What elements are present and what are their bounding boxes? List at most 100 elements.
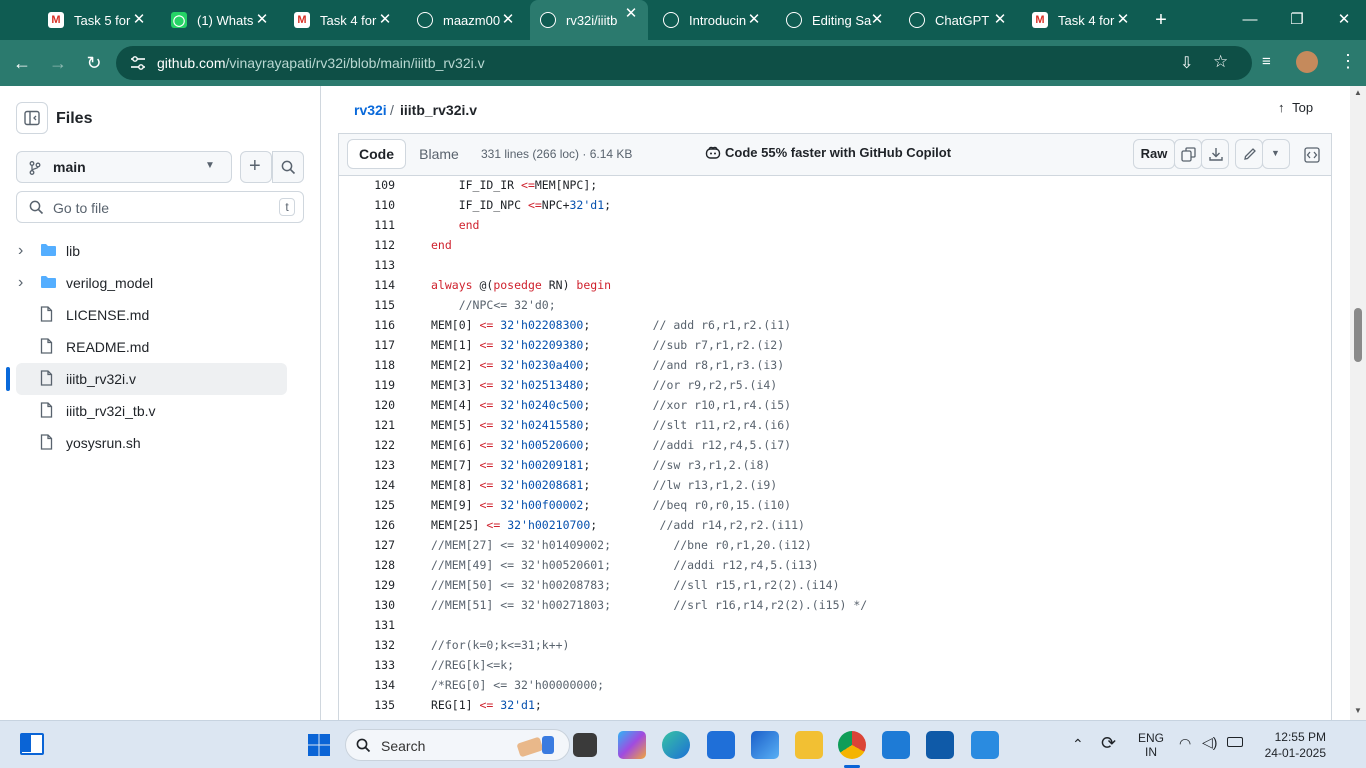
language-indicator[interactable]: ENG IN [1138, 731, 1164, 759]
copy-button[interactable] [1174, 139, 1202, 169]
line-number[interactable]: 132 [339, 638, 395, 652]
media-control-icon[interactable]: ≡ [1262, 53, 1271, 70]
site-info-icon[interactable] [130, 56, 146, 70]
line-number[interactable]: 127 [339, 538, 395, 552]
browser-menu-icon[interactable]: ⋮ [1339, 51, 1357, 72]
breadcrumb-repo-link[interactable]: rv32i [354, 102, 387, 118]
line-number[interactable]: 111 [339, 218, 395, 232]
close-window-icon[interactable]: ✕ [1330, 8, 1358, 32]
browser-tab[interactable]: M Task 4 for ✕ [284, 6, 402, 34]
line-number[interactable]: 121 [339, 418, 395, 432]
close-tab-icon[interactable]: ✕ [376, 11, 394, 29]
task-view-icon[interactable] [573, 733, 597, 757]
sync-icon[interactable]: ⟳ [1101, 733, 1116, 754]
file-tree-item[interactable]: iiitb_rv32i.v [16, 363, 287, 395]
line-number[interactable]: 134 [339, 678, 395, 692]
go-to-file-input[interactable]: Go to file t [16, 191, 304, 223]
copilot-app-icon[interactable] [618, 731, 646, 759]
windows-start-icon[interactable] [307, 733, 331, 757]
reload-icon[interactable]: ↻ [82, 51, 106, 75]
search-files-button[interactable] [272, 151, 304, 183]
edit-dropdown-button[interactable]: ▼ [1262, 139, 1290, 169]
tab-code[interactable]: Code [347, 139, 406, 169]
file-tree-item[interactable]: LICENSE.md [16, 299, 287, 331]
line-number[interactable]: 123 [339, 458, 395, 472]
line-number[interactable]: 125 [339, 498, 395, 512]
close-tab-icon[interactable]: ✕ [253, 11, 271, 29]
file-tree-item[interactable]: yosysrun.sh [16, 427, 287, 459]
line-number[interactable]: 117 [339, 338, 395, 352]
file-tree-item[interactable]: › verilog_model [16, 267, 287, 299]
battery-icon[interactable] [1227, 737, 1243, 747]
wifi-icon[interactable]: ◠ [1179, 735, 1191, 752]
edit-button[interactable] [1235, 139, 1263, 169]
file-tree-item[interactable]: README.md [16, 331, 287, 363]
browser-tab[interactable]: M Task 5 for ✕ [38, 6, 156, 34]
line-number[interactable]: 131 [339, 618, 395, 632]
line-number[interactable]: 122 [339, 438, 395, 452]
line-number[interactable]: 112 [339, 238, 395, 252]
restore-icon[interactable]: ❐ [1283, 8, 1311, 32]
browser-tab[interactable]: maazm00 ✕ [407, 6, 525, 34]
page-scrollbar[interactable]: ▲ ▼ [1350, 86, 1366, 720]
line-number[interactable]: 133 [339, 658, 395, 672]
line-number[interactable]: 109 [339, 178, 395, 192]
line-number[interactable]: 114 [339, 278, 395, 292]
code-view[interactable]: 109 IF_ID_IR <=MEM[NPC]; 110 IF_ID_NPC <=… [338, 176, 1332, 720]
photos-app-icon[interactable] [751, 731, 779, 759]
minimize-icon[interactable]: — [1236, 8, 1264, 32]
scroll-up-icon[interactable]: ▲ [1354, 88, 1362, 97]
chevron-right-icon[interactable]: › [18, 242, 34, 260]
copilot-promo[interactable]: Code 55% faster with GitHub Copilot [705, 145, 951, 160]
line-number[interactable]: 130 [339, 598, 395, 612]
file-tree-item[interactable]: › lib [16, 235, 287, 267]
widgets-icon[interactable] [20, 733, 44, 755]
top-button[interactable]: ↑ Top [1278, 100, 1313, 115]
profile-avatar[interactable] [1296, 51, 1318, 73]
bookmark-star-icon[interactable]: ☆ [1213, 52, 1228, 72]
mail-app-icon[interactable] [707, 731, 735, 759]
branch-selector[interactable]: main ▼ [16, 151, 232, 183]
browser-tab[interactable]: ChatGPT ✕ [899, 6, 1017, 34]
outlook-icon[interactable] [926, 731, 954, 759]
add-file-button[interactable]: + [240, 151, 272, 183]
line-number[interactable]: 119 [339, 378, 395, 392]
scrollbar-thumb[interactable] [1354, 308, 1362, 362]
browser-tab[interactable]: Introducin ✕ [653, 6, 771, 34]
clock[interactable]: 12:55 PM 24-01-2025 [1254, 730, 1326, 760]
close-tab-icon[interactable]: ✕ [130, 11, 148, 29]
browser-tab[interactable]: rv32i/iiitb ✕ [530, 0, 648, 40]
close-tab-icon[interactable]: ✕ [745, 11, 763, 29]
close-tab-icon[interactable]: ✕ [991, 11, 1009, 29]
edge-browser-icon[interactable] [662, 731, 690, 759]
file-tree-item[interactable]: iiitb_rv32i_tb.v [16, 395, 287, 427]
show-hidden-icons[interactable]: ⌃ [1072, 736, 1084, 753]
forward-icon[interactable]: → [46, 51, 70, 75]
raw-button[interactable]: Raw [1133, 139, 1175, 169]
line-number[interactable]: 128 [339, 558, 395, 572]
file-explorer-icon[interactable] [795, 731, 823, 759]
scroll-down-icon[interactable]: ▼ [1354, 706, 1362, 715]
close-tab-icon[interactable]: ✕ [1114, 11, 1132, 29]
tab-blame[interactable]: Blame [409, 139, 469, 169]
download-button[interactable] [1201, 139, 1229, 169]
chevron-right-icon[interactable]: › [18, 274, 34, 292]
new-tab-button[interactable]: + [1147, 8, 1175, 32]
vscode-icon[interactable] [882, 731, 910, 759]
line-number[interactable]: 115 [339, 298, 395, 312]
line-number[interactable]: 110 [339, 198, 395, 212]
symbols-panel-button[interactable] [1297, 139, 1325, 169]
volume-icon[interactable]: ◁) [1202, 734, 1217, 751]
line-number[interactable]: 118 [339, 358, 395, 372]
line-number[interactable]: 126 [339, 518, 395, 532]
install-app-icon[interactable]: ⇩ [1180, 53, 1193, 73]
browser-tab[interactable]: Editing Sa ✕ [776, 6, 894, 34]
line-number[interactable]: 124 [339, 478, 395, 492]
close-tab-icon[interactable]: ✕ [622, 5, 640, 23]
back-icon[interactable]: ← [10, 51, 34, 75]
close-tab-icon[interactable]: ✕ [868, 11, 886, 29]
collapse-panel-button[interactable] [16, 102, 48, 134]
line-number[interactable]: 113 [339, 258, 395, 272]
chrome-browser-icon[interactable] [838, 731, 866, 759]
url-field[interactable]: github.com/vinayrayapati/rv32i/blob/main… [116, 46, 1252, 80]
